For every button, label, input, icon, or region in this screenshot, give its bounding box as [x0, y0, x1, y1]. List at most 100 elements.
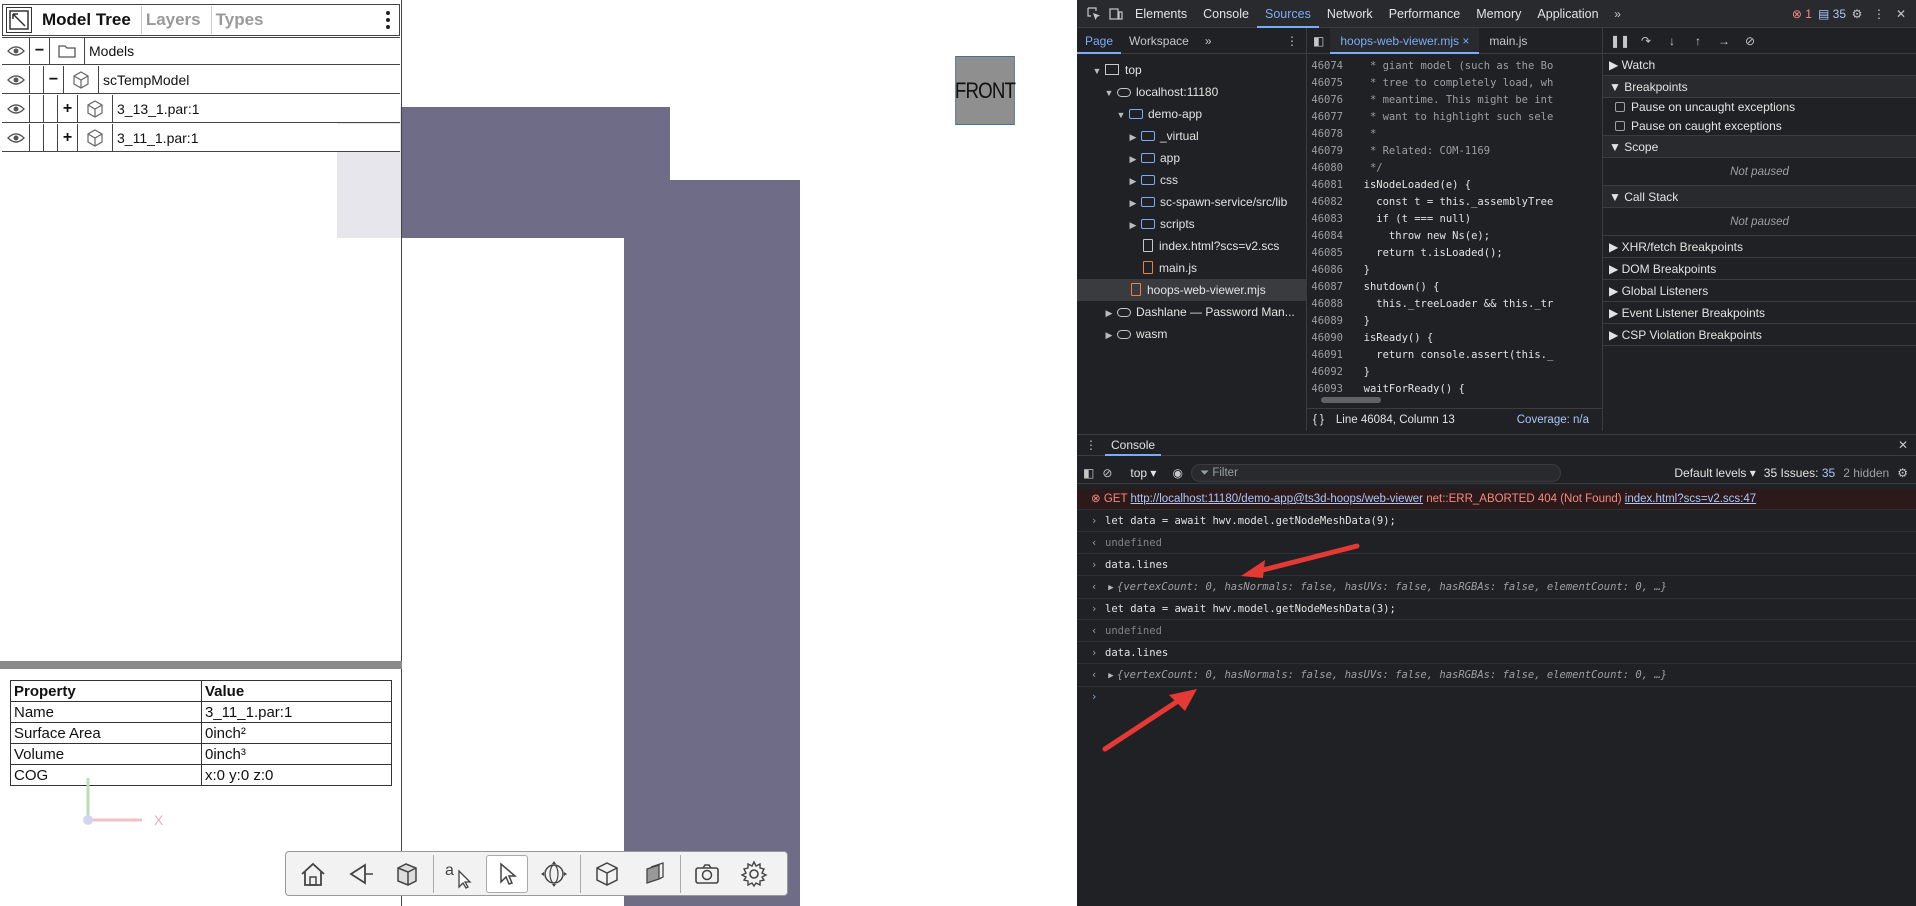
collapse-arrow-icon[interactable]: ▶ — [1127, 214, 1139, 235]
code-line[interactable]: 46078 * — [1307, 126, 1602, 143]
code-line[interactable]: 46075 * tree to completely load, wh — [1307, 75, 1602, 92]
line-number[interactable]: 46074 — [1307, 58, 1351, 75]
console-object-row[interactable]: ‹ ▶ {vertexCount: 0, hasNormals: false, ha… — [1077, 665, 1916, 687]
code-line[interactable]: 46084 throw new Ns(e); — [1307, 228, 1602, 245]
line-number[interactable]: 46079 — [1307, 143, 1351, 160]
line-number[interactable]: 46077 — [1307, 109, 1351, 126]
pause-caught-checkbox[interactable]: Pause on caught exceptions — [1603, 116, 1916, 136]
collapse-toggle-icon[interactable]: − — [30, 37, 50, 65]
close-drawer-icon[interactable]: ✕ — [1898, 438, 1908, 452]
console-input-row[interactable]: › let data = await hwv.model.getNodeMeshD… — [1077, 511, 1916, 532]
code-line[interactable]: 46088 this._treeLoader && this._tr — [1307, 296, 1602, 313]
line-number[interactable]: 46078 — [1307, 126, 1351, 143]
step-icon[interactable]: → — [1713, 30, 1735, 52]
line-number[interactable]: 46087 — [1307, 279, 1351, 296]
nav-item-wasm[interactable]: ▶ wasm — [1077, 323, 1307, 345]
devtools-tab-performance[interactable]: Performance — [1381, 0, 1469, 28]
code-area[interactable]: 46074 * giant model (such as the Bo 46075… — [1307, 54, 1602, 395]
nav-item-css[interactable]: ▶ css — [1077, 169, 1307, 191]
code-line[interactable]: 46083 if (t === null) — [1307, 211, 1602, 228]
code-line[interactable]: 46079 * Related: COM-1169 — [1307, 143, 1602, 160]
more-chevron-icon[interactable]: » — [1197, 28, 1220, 54]
nav-item-sc-spawn[interactable]: ▶ sc-spawn-service/src/lib — [1077, 191, 1307, 213]
info-count-badge[interactable]: ▤ 35 — [1818, 7, 1846, 21]
code-line[interactable]: 46092 } — [1307, 364, 1602, 381]
clear-console-icon[interactable]: ⊘ — [1102, 466, 1112, 480]
editor-tab-main-js[interactable]: main.js — [1479, 28, 1537, 54]
context-selector[interactable]: top ▾ — [1130, 466, 1156, 480]
code-line[interactable]: 46077 * want to highlight such sele — [1307, 109, 1602, 126]
pause-uncaught-checkbox[interactable]: Pause on uncaught exceptions — [1603, 98, 1916, 116]
select-button[interactable] — [486, 854, 528, 893]
step-into-icon[interactable]: ↓ — [1661, 30, 1683, 52]
code-line[interactable]: 46076 * meantime. This might be int — [1307, 92, 1602, 109]
explode-button[interactable] — [586, 855, 628, 893]
tree-menu-icon[interactable] — [383, 10, 393, 30]
checkbox[interactable] — [1615, 102, 1625, 112]
collapse-toggle-icon[interactable]: − — [44, 65, 64, 94]
expand-arrow-icon[interactable]: ▼ — [1103, 82, 1115, 103]
log-levels-dropdown[interactable]: Default levels ▾ — [1674, 466, 1755, 480]
tree-row-sctempmodel[interactable]: − scTempModel — [2, 65, 400, 94]
error-url-link[interactable]: http://localhost:11180/demo-app@ts3d-hoo… — [1130, 493, 1423, 505]
issue-badges[interactable]: ⊗ 1 ▤ 35 — [1792, 7, 1846, 21]
nav-tab-workspace[interactable]: Workspace — [1121, 28, 1197, 54]
line-number[interactable]: 46081 — [1307, 177, 1351, 194]
collapse-arrow-icon[interactable]: ▶ — [1127, 126, 1139, 147]
section-scope[interactable]: ▼ Scope — [1603, 136, 1916, 158]
collapse-arrow-icon[interactable]: ▶ — [1127, 148, 1139, 169]
coverage-status[interactable]: Coverage: n/a — [1517, 414, 1589, 426]
step-over-icon[interactable]: ↷ — [1635, 30, 1657, 52]
code-line[interactable]: 46085 return t.isLoaded(); — [1307, 245, 1602, 262]
tree-row-models[interactable]: − Models — [2, 37, 400, 65]
devtools-tab-application[interactable]: Application — [1529, 0, 1606, 28]
expand-toggle-icon[interactable]: + — [58, 94, 78, 123]
expand-object-icon[interactable]: ▶ — [1105, 666, 1117, 686]
section-dom-breakpoints[interactable]: ▶ DOM Breakpoints — [1603, 258, 1916, 280]
section-global-listeners[interactable]: ▶ Global Listeners — [1603, 280, 1916, 302]
error-count-badge[interactable]: ⊗ 1 — [1792, 7, 1812, 21]
line-number[interactable]: 46090 — [1307, 330, 1351, 347]
console-object-row[interactable]: ‹ ▶ {vertexCount: 0, hasNormals: false, ha… — [1077, 577, 1916, 599]
snapshot-camera-button[interactable] — [686, 855, 728, 893]
checkbox[interactable] — [1615, 120, 1625, 131]
visibility-eye-icon[interactable] — [2, 94, 30, 123]
tab-layers[interactable]: Layers — [140, 6, 205, 34]
pause-icon[interactable]: ❚❚ — [1609, 30, 1631, 52]
code-line[interactable]: 46091 return console.assert(this._ — [1307, 347, 1602, 364]
line-number[interactable]: 46080 — [1307, 160, 1351, 177]
nav-item-top[interactable]: ▼ top — [1077, 59, 1307, 81]
console-input-row[interactable]: › let data = await hwv.model.getNodeMeshD… — [1077, 599, 1916, 620]
devtools-tab-console[interactable]: Console — [1195, 0, 1257, 28]
expand-object-icon[interactable]: ▶ — [1105, 578, 1117, 598]
console-input-row[interactable]: › data.lines — [1077, 643, 1916, 664]
nav-item-index-html[interactable]: index.html?scs=v2.scs — [1077, 235, 1307, 257]
code-line[interactable]: 46090 isReady() { — [1307, 330, 1602, 347]
nav-item-localhost[interactable]: ▼ localhost:11180 — [1077, 81, 1307, 103]
visibility-eye-icon[interactable] — [2, 37, 30, 65]
render-mode-button[interactable] — [386, 855, 428, 893]
collapse-arrow-icon[interactable]: ▶ — [1103, 302, 1115, 323]
panel-resize-handle[interactable] — [0, 661, 402, 669]
expand-arrow-icon[interactable]: ▼ — [1091, 60, 1103, 81]
console-settings-gear-icon[interactable]: ⚙ — [1897, 466, 1908, 480]
nav-item-dashlane[interactable]: ▶ Dashlane — Password Man... — [1077, 301, 1307, 323]
code-line[interactable]: 46082 const t = this._assemblyTree — [1307, 194, 1602, 211]
step-out-icon[interactable]: ↑ — [1687, 30, 1709, 52]
nav-item-scripts[interactable]: ▶ scripts — [1077, 213, 1307, 235]
code-line[interactable]: 46081 isNodeLoaded(e) { — [1307, 177, 1602, 194]
collapse-arrow-icon[interactable]: ▶ — [1127, 192, 1139, 213]
scrollbar-thumb[interactable] — [1321, 397, 1381, 403]
section-xhr-breakpoints[interactable]: ▶ XHR/fetch Breakpoints — [1603, 236, 1916, 258]
kebab-menu-icon[interactable]: ⋮ — [1868, 3, 1890, 25]
editor-tab-hoops-web-viewer[interactable]: hoops-web-viewer.mjs × — [1330, 28, 1480, 54]
section-csp-breakpoints[interactable]: ▶ CSP Violation Breakpoints — [1603, 324, 1916, 346]
section-watch[interactable]: ▶ Watch — [1603, 54, 1916, 76]
drawer-menu-icon[interactable]: ⋮ — [1077, 438, 1105, 452]
close-icon[interactable]: ✕ — [1890, 3, 1912, 25]
close-icon[interactable]: × — [1462, 34, 1469, 48]
3d-viewer[interactable]: FRONT Model Tree Layers Types − Models −… — [0, 0, 1077, 906]
console-filter-input[interactable]: ⏷ Filter — [1190, 463, 1561, 482]
line-number[interactable]: 46083 — [1307, 211, 1351, 228]
section-call-stack[interactable]: ▼ Call Stack — [1603, 186, 1916, 208]
